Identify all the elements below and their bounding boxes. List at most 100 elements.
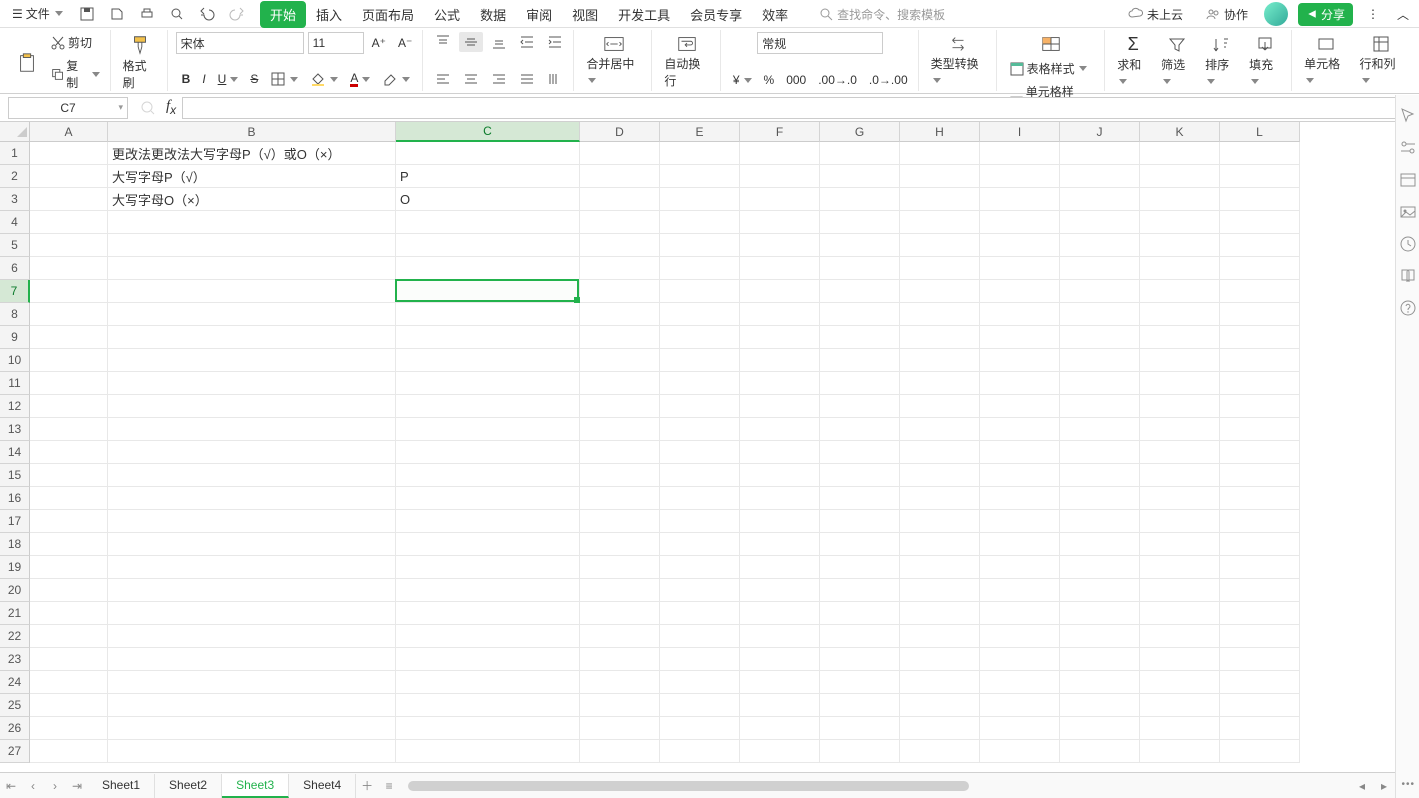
cell-H10[interactable] — [900, 349, 980, 372]
cell-I13[interactable] — [980, 418, 1060, 441]
book-icon[interactable] — [1399, 267, 1417, 285]
cell-E1[interactable] — [660, 142, 740, 165]
name-box[interactable]: C7 ▾ — [8, 97, 128, 119]
decrease-font-icon[interactable]: A⁻ — [394, 34, 416, 52]
cell-E17[interactable] — [660, 510, 740, 533]
cell-K5[interactable] — [1140, 234, 1220, 257]
cell-I26[interactable] — [980, 717, 1060, 740]
row-header-6[interactable]: 6 — [0, 257, 30, 280]
cell-K13[interactable] — [1140, 418, 1220, 441]
justify-icon[interactable] — [515, 69, 539, 89]
cell-H21[interactable] — [900, 602, 980, 625]
cell-L20[interactable] — [1220, 579, 1300, 602]
cell-B21[interactable] — [108, 602, 396, 625]
cell-A16[interactable] — [30, 487, 108, 510]
cell-B26[interactable] — [108, 717, 396, 740]
cell-F25[interactable] — [740, 694, 820, 717]
cell-L23[interactable] — [1220, 648, 1300, 671]
cell-B4[interactable] — [108, 211, 396, 234]
cell-D2[interactable] — [580, 165, 660, 188]
cell-K25[interactable] — [1140, 694, 1220, 717]
cell-B9[interactable] — [108, 326, 396, 349]
cell-L6[interactable] — [1220, 257, 1300, 280]
cell-E16[interactable] — [660, 487, 740, 510]
row-header-21[interactable]: 21 — [0, 602, 30, 625]
cell-F23[interactable] — [740, 648, 820, 671]
cell-I23[interactable] — [980, 648, 1060, 671]
cell-A6[interactable] — [30, 257, 108, 280]
cell-L17[interactable] — [1220, 510, 1300, 533]
cell-J15[interactable] — [1060, 464, 1140, 487]
cell-I14[interactable] — [980, 441, 1060, 464]
cell-D27[interactable] — [580, 740, 660, 763]
cell-C3[interactable]: O — [396, 188, 580, 211]
cell-K17[interactable] — [1140, 510, 1220, 533]
cell-E6[interactable] — [660, 257, 740, 280]
cell-A23[interactable] — [30, 648, 108, 671]
cell-J23[interactable] — [1060, 648, 1140, 671]
cell-K26[interactable] — [1140, 717, 1220, 740]
cell-J14[interactable] — [1060, 441, 1140, 464]
cell-L26[interactable] — [1220, 717, 1300, 740]
cell-A1[interactable] — [30, 142, 108, 165]
cell-A25[interactable] — [30, 694, 108, 717]
cell-C2[interactable]: P — [396, 165, 580, 188]
sheet-list-icon[interactable]: ≡ — [378, 775, 400, 797]
cell-L16[interactable] — [1220, 487, 1300, 510]
menu-tab-1[interactable]: 插入 — [306, 1, 352, 28]
cell-K23[interactable] — [1140, 648, 1220, 671]
cell-D21[interactable] — [580, 602, 660, 625]
font-size-select[interactable] — [308, 32, 364, 54]
cell-K18[interactable] — [1140, 533, 1220, 556]
cell-K21[interactable] — [1140, 602, 1220, 625]
cell-L14[interactable] — [1220, 441, 1300, 464]
cell-H20[interactable] — [900, 579, 980, 602]
cell-I5[interactable] — [980, 234, 1060, 257]
cell-L11[interactable] — [1220, 372, 1300, 395]
cell-J1[interactable] — [1060, 142, 1140, 165]
cell-K11[interactable] — [1140, 372, 1220, 395]
cell-G22[interactable] — [820, 625, 900, 648]
cell-B24[interactable] — [108, 671, 396, 694]
cell-C21[interactable] — [396, 602, 580, 625]
cell-B22[interactable] — [108, 625, 396, 648]
cell-K2[interactable] — [1140, 165, 1220, 188]
cell-G1[interactable] — [820, 142, 900, 165]
align-right-icon[interactable] — [487, 69, 511, 89]
percent-icon[interactable]: % — [760, 71, 779, 89]
cell-G2[interactable] — [820, 165, 900, 188]
gallery-icon[interactable] — [1399, 203, 1417, 221]
cell-L5[interactable] — [1220, 234, 1300, 257]
row-header-10[interactable]: 10 — [0, 349, 30, 372]
menu-tab-3[interactable]: 公式 — [424, 1, 470, 28]
cell-I7[interactable] — [980, 280, 1060, 303]
col-header-L[interactable]: L — [1220, 122, 1300, 142]
cell-G19[interactable] — [820, 556, 900, 579]
cell-C18[interactable] — [396, 533, 580, 556]
cell-C26[interactable] — [396, 717, 580, 740]
rowcol-button[interactable]: 行和列 — [1356, 32, 1407, 88]
cell-D11[interactable] — [580, 372, 660, 395]
avatar[interactable] — [1264, 2, 1288, 26]
row-header-24[interactable]: 24 — [0, 671, 30, 694]
cell-K9[interactable] — [1140, 326, 1220, 349]
cell-B20[interactable] — [108, 579, 396, 602]
col-header-A[interactable]: A — [30, 122, 108, 142]
row-header-23[interactable]: 23 — [0, 648, 30, 671]
row-header-20[interactable]: 20 — [0, 579, 30, 602]
col-header-F[interactable]: F — [740, 122, 820, 142]
font-select[interactable] — [176, 32, 304, 54]
cell-F7[interactable] — [740, 280, 820, 303]
cell-I18[interactable] — [980, 533, 1060, 556]
spreadsheet-grid[interactable]: ABCDEFGHIJKL 1更改法更改法大写字母P（√）或O（×）2大写字母P（… — [0, 122, 1395, 772]
cell-K8[interactable] — [1140, 303, 1220, 326]
cell-H9[interactable] — [900, 326, 980, 349]
collapse-ribbon-icon[interactable]: ︿ — [1393, 4, 1413, 25]
sheet-last-icon[interactable]: ⇥ — [66, 775, 88, 797]
cond-format-button[interactable] — [1036, 32, 1066, 56]
cell-D24[interactable] — [580, 671, 660, 694]
orientation-icon[interactable] — [543, 69, 567, 89]
sort-button[interactable]: 排序 — [1201, 33, 1241, 89]
cell-C14[interactable] — [396, 441, 580, 464]
cell-G9[interactable] — [820, 326, 900, 349]
